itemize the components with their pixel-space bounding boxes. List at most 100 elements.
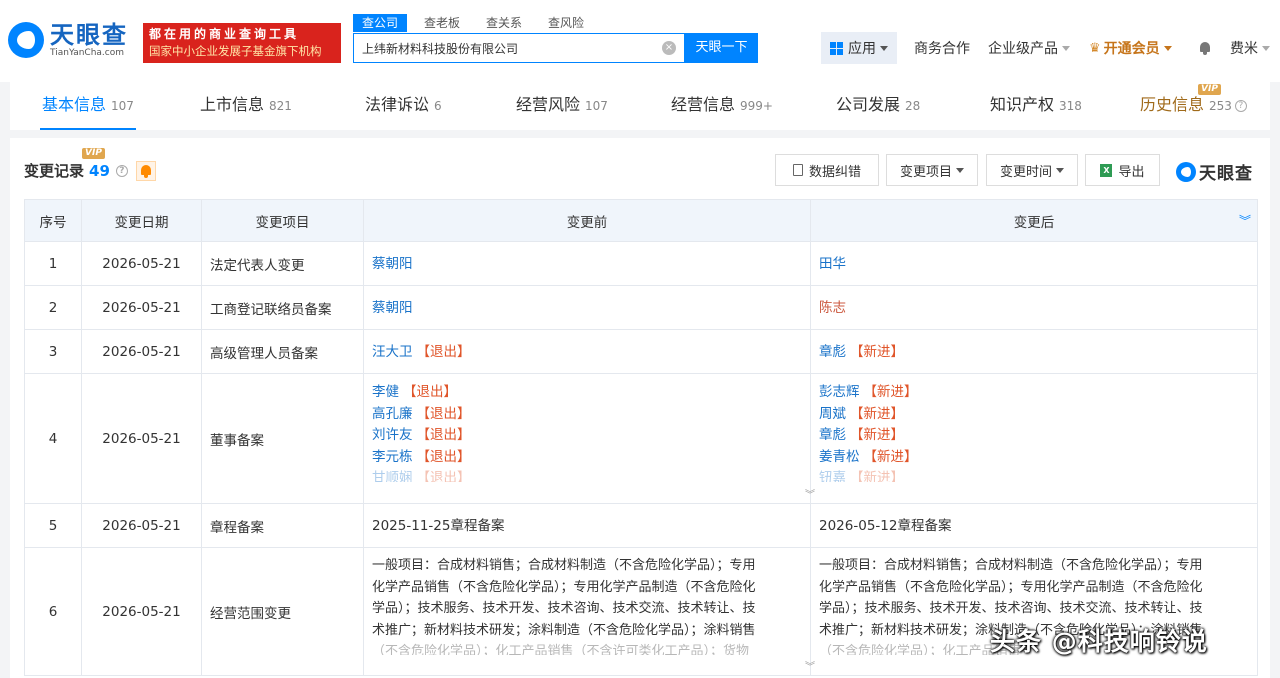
promo-banner[interactable]: 都在用的商业查询工具 国家中小企业发展子基金旗下机构 [143, 23, 341, 63]
scope-line: （不含危险化学品）；化工产品销售（不含许可类化工产品）；货物 [372, 644, 750, 655]
brand-watermark-logo: 天眼查 [1176, 159, 1253, 184]
tab-development[interactable]: 公司发展 28 [836, 82, 920, 130]
cell-item: 章程备案 [201, 503, 364, 548]
vip-menu[interactable]: ♛ 开通会员 [1089, 33, 1172, 63]
logo-eye-icon [8, 22, 44, 58]
table-row: 1 2026-05-21 法定代表人变更 蔡朝阳 田华 [24, 241, 1258, 286]
tab-label: 公司发展 [836, 95, 901, 114]
vip-badge: VIP [82, 148, 105, 159]
banner-line1: 都在用的商业查询工具 [149, 27, 300, 41]
person-entry: 刘许友 【退出】 [372, 425, 802, 447]
person-link[interactable]: 刘许友 [372, 427, 413, 443]
cell-before: 蔡朝阳 [363, 285, 811, 330]
cell-date: 2026-05-21 [81, 241, 202, 286]
clear-icon[interactable]: × [662, 41, 676, 55]
chevron-down-icon [1056, 167, 1064, 173]
section-title: 变更记录 [24, 162, 85, 180]
person-link[interactable]: 蔡朝阳 [372, 256, 413, 272]
tab-basic-info[interactable]: 基本信息 107 [40, 82, 136, 130]
tab-count: 28 [905, 99, 921, 113]
person-entry: 章彪 【新进】 [819, 425, 1249, 447]
cell-no: 2 [24, 285, 82, 330]
user-menu[interactable]: 费米 [1230, 33, 1270, 63]
person-entry: 周斌 【新进】 [819, 404, 1249, 426]
person-entry: 彭志辉 【新进】 [819, 382, 1249, 404]
person-link[interactable]: 甘顺娴 [372, 470, 413, 482]
apps-menu-button[interactable]: 应用 [821, 32, 897, 64]
vip-label: 开通会员 [1103, 41, 1160, 57]
table-row: 3 2026-05-21 高级管理人员备案 汪大卫 【退出】 章彪 【新进】 [24, 329, 1258, 374]
exit-tag: 【退出】 [416, 405, 471, 422]
person-link[interactable]: 蔡朝阳 [372, 300, 413, 316]
search-input[interactable] [354, 34, 654, 62]
crown-icon: ♛ [1089, 40, 1101, 56]
tab-count: 253 [1209, 99, 1232, 113]
cell-after: ︾ 彭志辉 【新进】 周斌 【新进】 章彪 【新进】 姜青松 【新进】 钮嘉 【新进】 [805, 373, 1258, 504]
site-logo[interactable]: 天眼查 TianYanCha.com [8, 22, 128, 58]
scope-line: 一般项目：合成材料销售；合成材料制造（不含危险化学品）；专用 [372, 558, 756, 573]
table-row: 5 2026-05-21 章程备案 2025-11-25章程备案 2026-05… [24, 503, 1258, 548]
expand-row-icon[interactable]: ︾ [805, 486, 815, 501]
cell-after: 2026-05-12章程备案 [810, 503, 1258, 548]
scope-line: 一般项目：合成材料销售；合成材料制造（不含危险化学品）；专用 [819, 558, 1203, 573]
col-header-no: 序号 [24, 199, 82, 242]
person-link[interactable]: 李元栋 [372, 449, 413, 465]
apps-label: 应用 [848, 41, 876, 57]
change-item-filter[interactable]: 变更项目 [886, 154, 978, 186]
tab-history[interactable]: 历史信息 253? VIP [1140, 82, 1247, 130]
person-link[interactable]: 彭志辉 [819, 384, 860, 400]
enterprise-label: 企业级产品 [988, 41, 1058, 57]
business-label: 商务合作 [914, 41, 970, 57]
monitor-button[interactable] [135, 160, 156, 181]
data-correction-button[interactable]: 数据纠错 [775, 154, 879, 186]
export-button[interactable]: X 导出 [1085, 154, 1160, 186]
tab-label: 基本信息 [42, 95, 107, 114]
tab-listing-info[interactable]: 上市信息 821 [200, 82, 292, 130]
enterprise-menu[interactable]: 企业级产品 [988, 33, 1070, 63]
person-link[interactable]: 章彪 [819, 344, 846, 360]
search-tab-risk[interactable]: 查风险 [539, 14, 593, 32]
section-count: 49 [89, 161, 110, 180]
person-link[interactable]: 姜青松 [819, 449, 860, 465]
person-link[interactable]: 钮嘉 [819, 470, 846, 482]
cell-date: 2026-05-21 [81, 329, 202, 374]
cell-no: 3 [24, 329, 82, 374]
cell-date: 2026-05-21 [81, 285, 202, 330]
tab-ip[interactable]: 知识产权 318 [990, 82, 1082, 130]
search-button[interactable]: 天眼一下 [685, 33, 758, 63]
person-link[interactable]: 周斌 [819, 406, 846, 422]
tab-litigation[interactable]: 法律诉讼 6 [365, 82, 442, 130]
section-header: 变更记录 49 ? VIP [24, 148, 156, 181]
business-link[interactable]: 商务合作 [914, 33, 970, 63]
person-link[interactable]: 高孔廉 [372, 406, 413, 422]
search-type-tabs: 查公司 查老板 查关系 查风险 [353, 14, 601, 32]
expand-all-icon[interactable]: ︾ [1239, 212, 1251, 229]
tab-operating-info[interactable]: 经营信息 999+ [671, 82, 773, 130]
search-tab-company[interactable]: 查公司 [353, 14, 408, 32]
change-time-filter[interactable]: 变更时间 [986, 154, 1078, 186]
tab-operating-risk[interactable]: 经营风险 107 [516, 82, 608, 130]
search-tab-boss[interactable]: 查老板 [415, 14, 469, 32]
expand-row-icon[interactable]: ︾ [805, 658, 815, 673]
new-tag: 【新进】 [850, 470, 904, 482]
person-link[interactable]: 汪大卫 [372, 344, 413, 360]
new-tag: 【新进】 [863, 384, 918, 400]
help-icon[interactable]: ? [1234, 99, 1247, 112]
tab-count: 107 [111, 99, 134, 113]
notification-button[interactable] [1198, 33, 1212, 63]
tab-label: 经营信息 [671, 95, 736, 114]
exit-tag: 【退出】 [416, 448, 471, 465]
col-header-date: 变更日期 [81, 199, 202, 242]
search-tab-relation[interactable]: 查关系 [477, 14, 531, 32]
person-link[interactable]: 章彪 [819, 427, 846, 443]
tab-label: 经营风险 [516, 95, 581, 114]
person-entry: 高孔廉 【退出】 [372, 404, 802, 426]
help-icon[interactable]: ? [115, 164, 128, 177]
person-link[interactable]: 李健 [372, 384, 399, 400]
cell-before: 李健 【退出】 高孔廉 【退出】 刘许友 【退出】 李元栋 【退出】 甘顺娴 【退出】 [363, 373, 811, 504]
scope-line: 学品）；技术服务、技术开发、技术咨询、技术交流、技术转让、技 [372, 601, 756, 616]
cell-no: 1 [24, 241, 82, 286]
change-record-table: 序号 变更日期 变更项目 变更前 变更后 ︾ 1 2026-05-21 法定代表人… [24, 199, 1258, 676]
person-link[interactable]: 田华 [819, 256, 846, 272]
tab-label: 法律诉讼 [365, 95, 430, 114]
